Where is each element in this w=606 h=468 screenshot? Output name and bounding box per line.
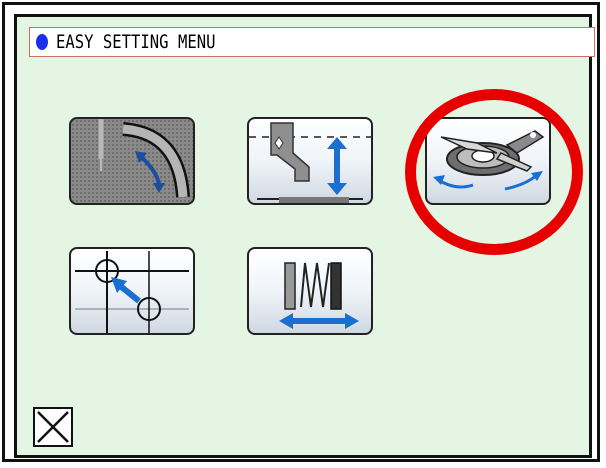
- needle-arc-icon: [98, 119, 190, 198]
- title-bar: EASY SETTING MENU: [29, 27, 595, 57]
- close-x-icon: [37, 411, 69, 443]
- origin-shift-button[interactable]: [69, 247, 195, 335]
- easy-setting-screen: EASY SETTING MENU: [14, 14, 595, 458]
- presser-foot-height-button[interactable]: [247, 117, 373, 205]
- origin-shift-icon: [75, 251, 189, 333]
- thread-tension-spring-icon: [279, 262, 359, 329]
- presser-foot-height-icon: [249, 122, 371, 203]
- thread-tension-button[interactable]: [247, 247, 373, 335]
- page-title: EASY SETTING MENU: [56, 31, 216, 53]
- thread-trimmer-knife-icon: [433, 130, 545, 191]
- status-dot-icon: [36, 34, 48, 50]
- close-button[interactable]: [33, 407, 73, 447]
- needle-position-button[interactable]: [69, 117, 195, 205]
- thread-trimmer-button[interactable]: [425, 117, 551, 205]
